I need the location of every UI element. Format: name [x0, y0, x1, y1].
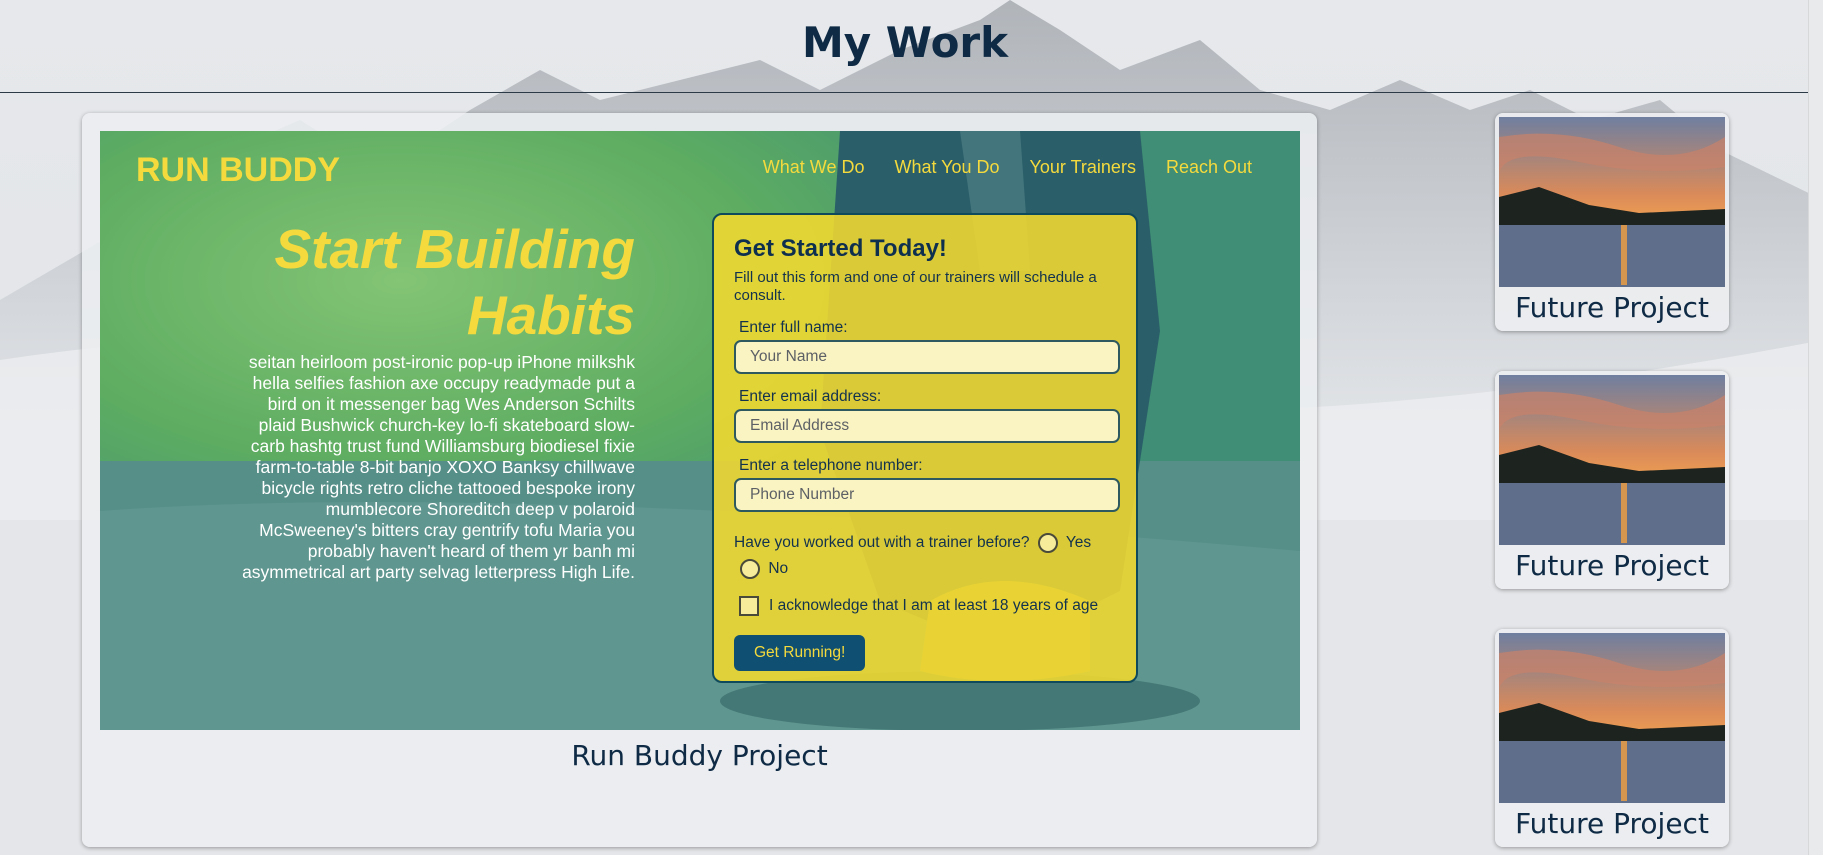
hero-title: Start Building Habits	[274, 218, 635, 346]
age-ack-row: I acknowledge that I am at least 18 year…	[734, 596, 1116, 616]
sunset-lake-image	[1499, 117, 1725, 287]
future-project-card-1[interactable]: Future Project	[1495, 113, 1729, 331]
trainer-question: Have you worked out with a trainer befor…	[734, 534, 1030, 551]
nav-your-trainers[interactable]: Your Trainers	[1030, 157, 1136, 178]
vertical-scrollbar[interactable]	[1808, 0, 1823, 855]
trainer-question-row: Have you worked out with a trainer befor…	[734, 530, 1116, 582]
hero-block: Start Building Habits seitan heirloom po…	[230, 216, 635, 583]
radio-yes-label: Yes	[1065, 534, 1092, 551]
page-header: My Work	[0, 0, 1823, 93]
name-label: Enter full name:	[739, 319, 848, 336]
age-checkbox[interactable]	[739, 596, 759, 616]
sunset-lake-image	[1499, 633, 1725, 803]
main-project-card[interactable]: RUN BUDDY What We Do What You Do Your Tr…	[82, 113, 1317, 847]
email-label: Enter email address:	[739, 388, 882, 405]
nav-what-you-do[interactable]: What You Do	[894, 157, 999, 178]
sunset-lake-image	[1499, 375, 1725, 545]
signup-form: Get Started Today! Fill out this form an…	[712, 213, 1138, 683]
run-buddy-logo[interactable]: RUN BUDDY	[136, 151, 340, 190]
radio-no[interactable]	[740, 558, 760, 579]
hero-text: seitan heirloom post-ironic pop-up iPhon…	[242, 352, 635, 582]
page-title: My Work	[801, 18, 1009, 67]
form-heading: Get Started Today!	[734, 235, 947, 262]
phone-input[interactable]	[734, 478, 1120, 512]
main-project-caption[interactable]: Run Buddy Project	[82, 739, 1317, 772]
future-project-card-2[interactable]: Future Project	[1495, 371, 1729, 589]
get-running-button[interactable]: Get Running!	[734, 635, 866, 671]
future-project-caption: Future Project	[1515, 807, 1709, 840]
email-input[interactable]	[734, 409, 1120, 443]
run-buddy-preview-image[interactable]: RUN BUDDY What We Do What You Do Your Tr…	[100, 131, 1300, 730]
nav-what-we-do[interactable]: What We Do	[763, 157, 865, 178]
age-ack-label: I acknowledge that I am at least 18 year…	[769, 597, 1099, 614]
future-project-caption: Future Project	[1515, 291, 1709, 324]
future-project-card-3[interactable]: Future Project	[1495, 629, 1729, 847]
phone-label: Enter a telephone number:	[739, 457, 923, 474]
radio-no-label: No	[768, 560, 789, 577]
preview-nav: What We Do What You Do Your Trainers Rea…	[763, 157, 1252, 178]
nav-reach-out[interactable]: Reach Out	[1166, 157, 1252, 178]
name-input[interactable]	[734, 340, 1120, 374]
future-project-caption: Future Project	[1515, 549, 1709, 582]
radio-yes[interactable]	[1037, 532, 1058, 553]
form-subheading: Fill out this form and one of our traine…	[734, 269, 1097, 304]
